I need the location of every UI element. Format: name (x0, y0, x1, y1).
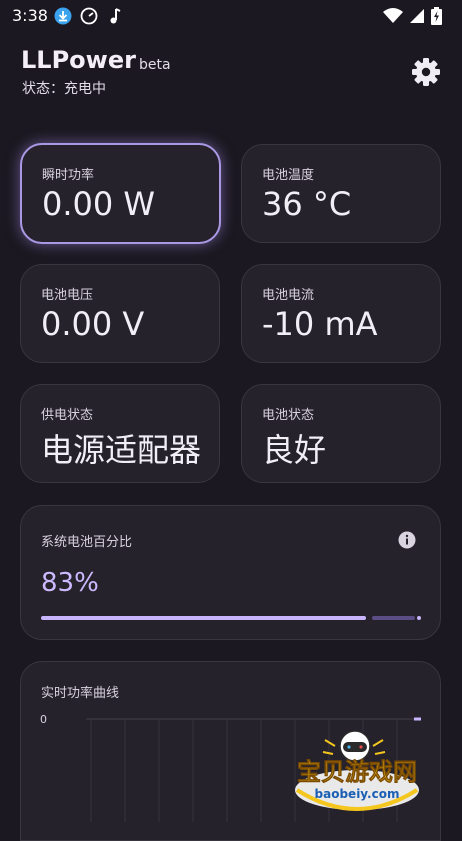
gamepad-mascot-icon (322, 730, 386, 762)
power-chart-title: 实时功率曲线 (41, 686, 120, 701)
battery-charging-icon (431, 7, 442, 25)
metric-value: 良好 (262, 431, 327, 469)
metric-value: 0.00 W (42, 185, 156, 223)
app-title: LLPower (21, 46, 136, 74)
metric-label: 电池电压 (41, 288, 94, 303)
info-icon[interactable] (398, 531, 416, 549)
metric-value: -10 mA (262, 305, 378, 343)
metric-card-battery-current[interactable]: 电池电流 -10 mA (241, 264, 441, 363)
metric-value: 电源适配器 (41, 431, 202, 469)
music-note-icon (110, 8, 121, 24)
metric-card-instant-power[interactable]: 瞬时功率 0.00 W (20, 143, 221, 244)
status-bar: 3:38 (0, 0, 462, 32)
metric-label: 瞬时功率 (42, 168, 95, 183)
status-time: 3:38 (12, 6, 48, 25)
battery-progress-fill (41, 616, 366, 620)
metric-card-power-supply[interactable]: 供电状态 电源适配器 (20, 384, 220, 483)
metric-card-battery-voltage[interactable]: 电池电压 0.00 V (20, 264, 220, 363)
metric-label: 电池温度 (262, 168, 315, 183)
y-tick-label: 0 (40, 713, 47, 726)
metric-value: 0.00 V (41, 305, 145, 343)
battery-percent-value: 83% (41, 568, 99, 598)
settings-gear-icon[interactable] (411, 57, 441, 87)
signal-icon (410, 9, 424, 23)
metric-label: 电池电流 (262, 288, 315, 303)
battery-percent-label: 系统电池百分比 (41, 535, 133, 550)
metric-label: 供电状态 (41, 408, 94, 423)
battery-percent-card[interactable]: 系统电池百分比 83% (20, 505, 441, 640)
beta-badge: beta (139, 57, 171, 73)
watermark-logo: 宝贝游戏网 baobeiy.com (295, 730, 419, 811)
metric-label: 电池状态 (262, 408, 315, 423)
speedometer-icon (80, 7, 98, 25)
wifi-icon (383, 8, 403, 23)
battery-progress-bar (41, 616, 421, 620)
watermark-domain: baobeiy.com (315, 787, 400, 801)
metric-card-battery-health[interactable]: 电池状态 良好 (241, 384, 441, 483)
metric-value: 36 °C (262, 185, 352, 223)
battery-progress-remaining (372, 616, 415, 620)
download-icon (54, 7, 72, 25)
metric-card-battery-temperature[interactable]: 电池温度 36 °C (241, 144, 441, 243)
battery-progress-end-dot (417, 616, 421, 620)
watermark-text: 宝贝游戏网 (297, 758, 417, 786)
charging-status-text: 状态：充电中 (22, 81, 106, 97)
